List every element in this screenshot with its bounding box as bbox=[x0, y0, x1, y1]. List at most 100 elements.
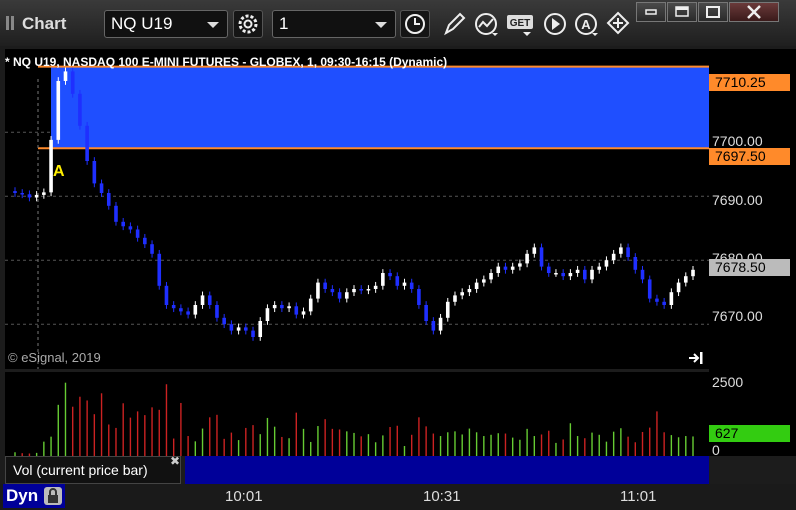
candle-0 bbox=[13, 191, 17, 193]
candle-68 bbox=[503, 266, 508, 270]
candle-75 bbox=[554, 273, 558, 275]
settings-gear-icon bbox=[238, 14, 258, 34]
candle-94 bbox=[691, 269, 695, 277]
tile-icon bbox=[675, 6, 689, 17]
candle-44 bbox=[330, 289, 335, 293]
candle-46 bbox=[344, 292, 349, 299]
cursor-icon[interactable] bbox=[604, 10, 632, 38]
volume-panel-bar bbox=[185, 456, 709, 484]
candle-59 bbox=[438, 317, 443, 331]
candle-49 bbox=[366, 289, 371, 291]
lock-icon[interactable] bbox=[44, 487, 62, 505]
candle-63 bbox=[467, 289, 472, 293]
candle-89 bbox=[655, 298, 659, 302]
volume-panel-title: Vol (current price bar) bbox=[5, 456, 181, 484]
tile-window-button[interactable] bbox=[667, 2, 697, 22]
mode-label: Dyn bbox=[6, 486, 39, 505]
upper-level-tag[interactable]: 7710.25 bbox=[709, 74, 790, 91]
chevron-down-icon[interactable] bbox=[207, 22, 219, 28]
candle-8 bbox=[70, 71, 75, 94]
candle-25 bbox=[193, 305, 198, 315]
candle-42 bbox=[316, 282, 320, 299]
study-icon[interactable] bbox=[472, 10, 500, 38]
candle-38 bbox=[287, 306, 291, 309]
candle-39 bbox=[294, 306, 299, 315]
x-label-1001: 10:01 bbox=[225, 488, 263, 505]
candle-87 bbox=[640, 269, 645, 280]
candle-88 bbox=[647, 279, 652, 299]
candle-7 bbox=[63, 71, 68, 81]
candle-60 bbox=[445, 301, 450, 318]
play-icon[interactable] bbox=[541, 10, 569, 38]
chart-window: Chart NQ U19 1 GET A A * NQ U19, NASDAQ … bbox=[0, 0, 796, 510]
candle-51 bbox=[381, 273, 385, 286]
pencil-icon[interactable] bbox=[440, 10, 468, 38]
candle-61 bbox=[453, 295, 457, 302]
time-axis[interactable] bbox=[0, 484, 796, 510]
svg-text:A: A bbox=[581, 17, 591, 32]
candle-80 bbox=[590, 269, 594, 280]
symbol-combo[interactable]: NQ U19 bbox=[104, 10, 228, 38]
candle-64 bbox=[474, 282, 479, 289]
candle-43 bbox=[323, 282, 327, 289]
current-volume-tag: 627 bbox=[709, 425, 790, 442]
candle-30 bbox=[229, 324, 234, 331]
candle-40 bbox=[301, 311, 306, 315]
candle-71 bbox=[525, 253, 529, 264]
chevron-down-icon[interactable] bbox=[375, 22, 387, 28]
candle-70 bbox=[518, 263, 522, 267]
last-price-tag: 7678.50 bbox=[709, 259, 790, 276]
candle-58 bbox=[431, 321, 436, 331]
get-icon[interactable]: GET bbox=[505, 10, 537, 38]
scroll-to-end-icon[interactable] bbox=[688, 351, 704, 365]
candle-84 bbox=[619, 247, 623, 254]
candle-36 bbox=[272, 305, 277, 309]
svg-text:GET: GET bbox=[510, 18, 531, 29]
window-title: Chart bbox=[22, 14, 67, 33]
interval-combo[interactable]: 1 bbox=[272, 10, 396, 38]
candle-6 bbox=[56, 81, 61, 140]
price-zone-rectangle bbox=[51, 66, 709, 149]
candle-24 bbox=[186, 311, 190, 315]
y-label-7690: 7690.00 bbox=[712, 192, 763, 208]
candle-1 bbox=[20, 193, 25, 195]
alert-icon[interactable]: A bbox=[572, 10, 600, 38]
settings-gear-button[interactable] bbox=[233, 10, 263, 38]
candle-31 bbox=[236, 327, 241, 331]
marker-label: A bbox=[53, 163, 65, 180]
maximize-window-button[interactable] bbox=[698, 2, 728, 22]
candle-41 bbox=[308, 298, 313, 312]
candle-53 bbox=[395, 276, 400, 286]
close-icon[interactable]: ✖ bbox=[170, 454, 180, 468]
candle-21 bbox=[164, 285, 169, 305]
candle-77 bbox=[568, 273, 573, 277]
y-label-7670: 7670.00 bbox=[712, 308, 763, 324]
price-chart-canvas[interactable]: A bbox=[5, 49, 709, 369]
candle-47 bbox=[352, 289, 356, 293]
candle-17 bbox=[135, 229, 140, 238]
candle-90 bbox=[662, 301, 666, 305]
candle-26 bbox=[200, 295, 205, 305]
volume-panel[interactable] bbox=[5, 372, 709, 456]
candle-3 bbox=[34, 194, 39, 198]
price-chart[interactable]: A bbox=[5, 49, 709, 369]
candle-73 bbox=[539, 247, 544, 267]
candle-12 bbox=[99, 183, 104, 193]
restore-window-button[interactable] bbox=[636, 2, 666, 22]
candle-20 bbox=[157, 253, 162, 286]
volume-chart-canvas[interactable] bbox=[5, 372, 709, 456]
volume-max-label: 2500 bbox=[712, 374, 744, 390]
candle-34 bbox=[258, 321, 263, 337]
lower-level-tag[interactable]: 7697.50 bbox=[709, 148, 790, 165]
candle-79 bbox=[583, 269, 587, 280]
candle-18 bbox=[143, 237, 147, 245]
candle-62 bbox=[460, 292, 464, 296]
candle-76 bbox=[561, 273, 565, 277]
candle-65 bbox=[482, 279, 486, 283]
candle-78 bbox=[575, 269, 580, 273]
candle-2 bbox=[27, 194, 32, 198]
time-button[interactable] bbox=[400, 10, 430, 38]
close-window-button[interactable] bbox=[729, 2, 779, 22]
drag-grip-icon[interactable] bbox=[6, 16, 16, 30]
candle-28 bbox=[215, 305, 219, 318]
